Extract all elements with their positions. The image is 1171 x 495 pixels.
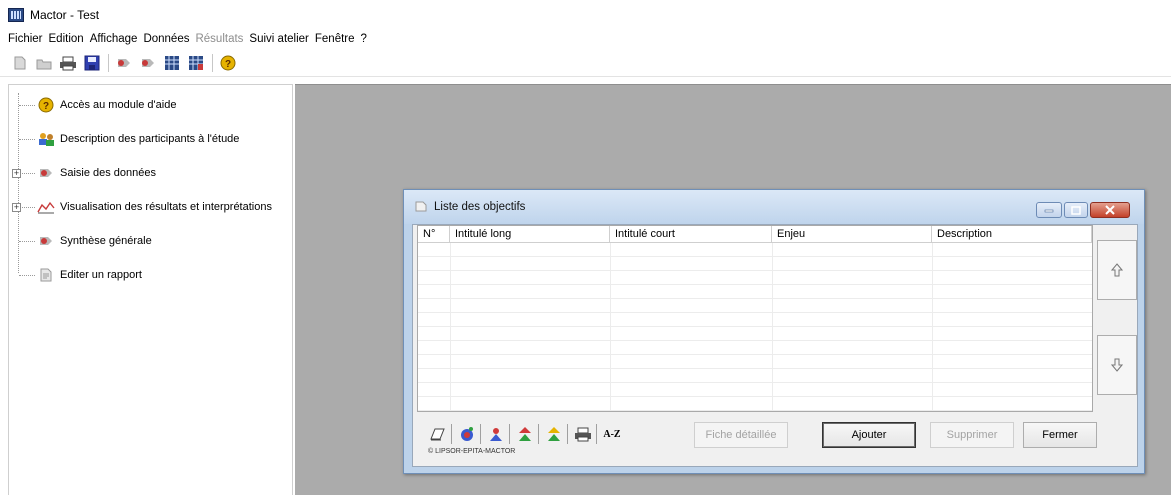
app-icon [8, 8, 24, 22]
menu-suivi-atelier[interactable]: Suivi atelier [249, 33, 308, 45]
palette-icon[interactable] [456, 423, 478, 445]
table-icon[interactable] [162, 53, 182, 73]
column-header-number[interactable]: N° [418, 226, 450, 243]
tree-item-participants[interactable]: Description des participants à l'étude [9, 128, 239, 150]
add-objective-icon[interactable] [514, 423, 536, 445]
move-up-button[interactable] [1097, 240, 1137, 300]
dialog-title: Liste des objectifs [434, 201, 526, 213]
window-title: Mactor - Test [30, 8, 100, 22]
column-header-long-title[interactable]: Intitulé long [450, 226, 610, 243]
toolbar-separator [212, 53, 213, 72]
view-icon[interactable] [427, 423, 449, 445]
expand-icon[interactable]: + [12, 202, 21, 212]
chart-icon [37, 199, 55, 215]
data-entry-icon[interactable] [114, 53, 134, 73]
print-icon[interactable] [572, 423, 594, 445]
open-folder-icon[interactable] [34, 53, 54, 73]
dialog-body: N° Intitulé long Intitulé court Enjeu De… [412, 224, 1138, 467]
synthesis-icon [37, 233, 55, 249]
close-button[interactable] [1090, 202, 1130, 218]
grid-empty-rows [418, 243, 1092, 411]
svg-text:?: ? [225, 59, 231, 70]
data-entry-alt-icon[interactable] [138, 53, 158, 73]
grid-header: N° Intitulé long Intitulé court Enjeu De… [418, 226, 1092, 243]
menu-edition[interactable]: Edition [49, 33, 84, 45]
menu-fenetre[interactable]: Fenêtre [315, 33, 355, 45]
column-header-stake[interactable]: Enjeu [772, 226, 932, 243]
new-file-icon[interactable] [10, 53, 30, 73]
tree-item-label: Editer un rapport [60, 269, 142, 281]
dialog-titlebar[interactable]: Liste des objectifs [404, 190, 1144, 224]
menu-help[interactable]: ? [361, 33, 367, 45]
print-icon[interactable] [58, 53, 78, 73]
add-button[interactable]: Ajouter [822, 422, 916, 448]
menu-bar: Fichier Edition Affichage Données Résult… [0, 30, 1171, 48]
tree-item-data-entry[interactable]: + Saisie des données [9, 162, 156, 184]
icon-button-group: A-Z [427, 422, 625, 446]
tree-item-label: Description des participants à l'étude [60, 133, 240, 145]
menu-fichier[interactable]: Fichier [8, 33, 43, 45]
dialog-button-bar: A-Z © LIPSOR-EPITA-MACTOR Fiche détaillé… [417, 417, 1097, 465]
window-titlebar: Mactor - Test [0, 0, 1171, 30]
svg-text:?: ? [43, 101, 49, 112]
objectives-grid[interactable]: N° Intitulé long Intitulé court Enjeu De… [417, 225, 1093, 412]
column-header-description[interactable]: Description [932, 226, 1092, 243]
toolbar-separator [108, 53, 109, 72]
help-icon: ? [37, 97, 55, 113]
actors-icon[interactable] [485, 423, 507, 445]
tree-item-report[interactable]: Editer un rapport [9, 264, 142, 286]
tree-item-help[interactable]: ? Accès au module d'aide [9, 94, 176, 116]
menu-donnees[interactable]: Données [143, 33, 189, 45]
delete-button: Supprimer [930, 422, 1014, 448]
tree-item-label: Synthèse générale [60, 235, 152, 247]
move-down-button[interactable] [1097, 335, 1137, 395]
main-toolbar: ? [0, 49, 1171, 77]
tree-item-label: Accès au module d'aide [60, 99, 177, 111]
tree-item-label: Visualisation des résultats et interprét… [60, 201, 272, 213]
arrow-up-icon [1111, 263, 1123, 277]
arrow-down-icon [1111, 358, 1123, 372]
column-header-short-title[interactable]: Intitulé court [610, 226, 772, 243]
remove-objective-icon[interactable] [543, 423, 565, 445]
expand-icon[interactable]: + [12, 168, 21, 178]
copyright-text: © LIPSOR-EPITA-MACTOR [428, 448, 516, 455]
close-dialog-button[interactable]: Fermer [1023, 422, 1097, 448]
tree-item-visualisation[interactable]: + Visualisation des résultats et interpr… [9, 196, 272, 218]
objectives-dialog: Liste des objectifs N° Intitulé long Int… [403, 189, 1145, 474]
navigation-tree: ? Accès au module d'aide Description des… [8, 84, 293, 495]
table-alt-icon[interactable] [186, 53, 206, 73]
menu-resultats: Résultats [195, 33, 244, 45]
participants-icon [37, 131, 55, 147]
maximize-button[interactable] [1064, 202, 1088, 218]
help-icon[interactable]: ? [218, 53, 238, 73]
save-icon[interactable] [82, 53, 102, 73]
data-entry-icon [37, 165, 55, 181]
minimize-button[interactable] [1036, 202, 1062, 218]
menu-affichage[interactable]: Affichage [90, 33, 138, 45]
detail-sheet-button: Fiche détaillée [694, 422, 788, 448]
tree-item-synthesis[interactable]: Synthèse générale [9, 230, 152, 252]
sort-az-icon[interactable]: A-Z [601, 423, 623, 445]
tree-item-label: Saisie des données [60, 167, 157, 179]
report-icon [37, 267, 55, 283]
dialog-icon [414, 199, 428, 216]
